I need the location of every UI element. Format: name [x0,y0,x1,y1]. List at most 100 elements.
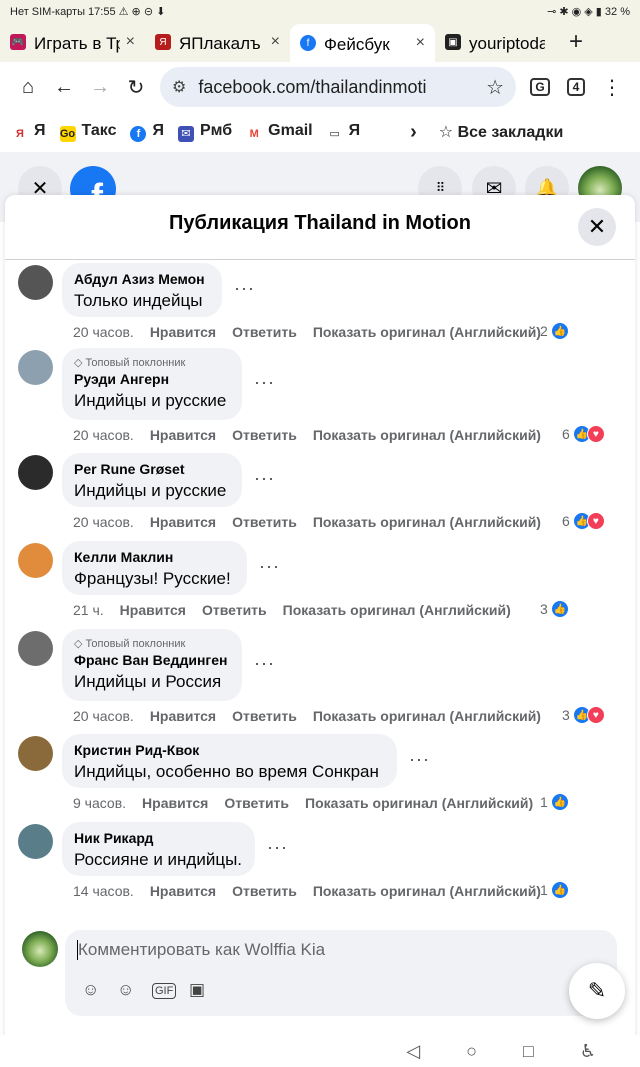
comment-time[interactable]: 21 ч. [73,602,104,618]
comment-time[interactable]: 20 часов. [73,427,134,443]
reaction-count[interactable]: 6 👍 ♥ [562,425,605,443]
commenter-avatar[interactable] [18,631,53,666]
commenter-avatar[interactable] [18,824,53,859]
comment-time[interactable]: 20 часов. [73,708,134,724]
commenter-avatar[interactable] [18,350,53,385]
bookmark-item[interactable]: fЯ [130,122,164,142]
emoji-icon[interactable]: ☺ [117,980,134,1000]
sticker-icon[interactable]: ▣ [189,980,205,1000]
close-tab-icon[interactable]: × [126,33,135,51]
bookmarks-more-icon[interactable]: › [410,121,417,144]
bookmark-star-icon[interactable]: ☆ [486,75,504,100]
reply-link[interactable]: Ответить [232,427,297,443]
commenter-avatar[interactable] [18,265,53,300]
tab-facebook[interactable]: f Фейсбук × [290,24,435,62]
commenter-avatar[interactable] [18,736,53,771]
reply-link[interactable]: Ответить [232,324,297,340]
reload-icon[interactable]: ↻ [118,69,154,105]
new-tab-button[interactable]: + [569,28,583,56]
youriptoday-icon: ▣ [445,34,461,50]
more-options-icon[interactable]: ··· [254,372,275,393]
commenter-name[interactable]: Абдул Азиз Мемон [74,271,210,287]
forward-icon[interactable]: → [82,69,118,105]
all-bookmarks-link[interactable]: ☆ Все закладки [439,122,564,142]
commenter-name[interactable]: Per Rune Grøset [74,461,230,477]
browser-menu-icon[interactable]: ⋮ [594,69,630,105]
close-tab-icon[interactable]: × [271,33,280,51]
bookmark-item[interactable]: ✉ Рмб [177,122,232,142]
home-icon[interactable]: ⌂ [10,69,46,105]
nav-recent-icon[interactable]: □ [523,1041,534,1062]
tab-game[interactable]: 🎮 Играть в Тр × [0,26,145,58]
reaction-count[interactable]: 3 👍 [540,600,569,618]
comment-input[interactable]: Комментировать как Wolffia Kia [78,940,325,960]
more-options-icon[interactable]: ··· [267,837,288,858]
tab-youriptoday[interactable]: ▣ youriptoday [435,26,555,58]
comment-time[interactable]: 20 часов. [73,324,134,340]
nav-back-icon[interactable]: ◁ [406,1041,420,1062]
more-options-icon[interactable]: ··· [409,749,430,770]
comment-actions: 20 часов. Нравится Ответить Показать оригин… [73,427,541,443]
composer-avatar[interactable] [22,931,58,967]
comment-text: Индийцы и русские [74,391,227,410]
reaction-count[interactable]: 6 👍 ♥ [562,512,605,530]
gmail-icon: M [246,126,263,142]
nav-home-icon[interactable]: ○ [466,1041,477,1062]
like-link[interactable]: Нравится [150,324,216,340]
show-original-link[interactable]: Показать оригинал (Английский) [313,427,541,443]
like-link[interactable]: Нравится [150,883,216,899]
tab-count-icon[interactable]: 4 [558,69,594,105]
more-options-icon[interactable]: ··· [259,556,280,577]
back-icon[interactable]: ← [46,69,82,105]
commenter-avatar[interactable] [18,543,53,578]
like-link[interactable]: Нравится [150,708,216,724]
like-link[interactable]: Нравится [150,514,216,530]
more-options-icon[interactable]: ··· [234,278,255,299]
show-original-link[interactable]: Показать оригинал (Английский) [305,795,533,811]
show-original-link[interactable]: Показать оригинал (Английский) [283,602,511,618]
commenter-name[interactable]: Руэди Ангерн [74,371,230,387]
reaction-count[interactable]: 1 👍 [540,881,569,899]
commenter-name[interactable]: Франс Ван Веддинген [74,652,230,668]
compose-edit-button[interactable]: ✎ [569,963,625,1019]
avatar-sticker-icon[interactable]: ☺ [82,980,99,1000]
close-tab-icon[interactable]: × [416,34,425,52]
comment-time[interactable]: 14 часов. [73,883,134,899]
reply-link[interactable]: Ответить [232,883,297,899]
commenter-name[interactable]: Ник Рикард [74,830,243,846]
bookmark-item[interactable]: Go Такс [59,122,116,142]
more-options-icon[interactable]: ··· [254,468,275,489]
reply-link[interactable]: Ответить [202,602,267,618]
reply-link[interactable]: Ответить [232,514,297,530]
show-original-link[interactable]: Показать оригинал (Английский) [313,514,541,530]
like-reaction-icon: 👍 [550,600,569,618]
comment-time[interactable]: 20 часов. [73,514,134,530]
commenter-name[interactable]: Келли Маклин [74,549,235,565]
reaction-count[interactable]: 2 👍 [540,322,569,340]
gif-icon[interactable]: GIF [152,983,177,999]
like-link[interactable]: Нравится [142,795,208,811]
reaction-count[interactable]: 1 👍 [540,793,569,811]
reply-link[interactable]: Ответить [232,708,297,724]
show-original-link[interactable]: Показать оригинал (Английский) [313,324,541,340]
like-link[interactable]: Нравится [120,602,186,618]
commenter-avatar[interactable] [18,455,53,490]
bookmark-item[interactable]: ▭ Я [326,122,360,142]
commenter-name[interactable]: Кристин Рид-Квок [74,742,385,758]
show-original-link[interactable]: Показать оригинал (Английский) [313,708,541,724]
reaction-count[interactable]: 3 👍 ♥ [562,706,605,724]
bookmark-item[interactable]: ЯЯ [12,122,46,142]
accessibility-icon[interactable]: ♿ [580,1041,596,1062]
like-link[interactable]: Нравится [150,427,216,443]
comment-time[interactable]: 9 часов. [73,795,126,811]
tab-yaplakal[interactable]: Я ЯПлакалъ - × [145,26,290,58]
show-original-link[interactable]: Показать оригинал (Английский) [313,883,541,899]
address-bar[interactable]: ⚙ facebook.com/thailandinmoti ☆ [160,67,516,107]
facebook-icon: f [300,35,316,51]
site-settings-icon[interactable]: ⚙ [172,77,186,97]
bookmark-item[interactable]: M Gmail [246,122,313,142]
translate-icon[interactable]: G [522,69,558,105]
more-options-icon[interactable]: ··· [254,653,275,674]
modal-close-icon[interactable]: ✕ [578,208,616,246]
reply-link[interactable]: Ответить [224,795,289,811]
